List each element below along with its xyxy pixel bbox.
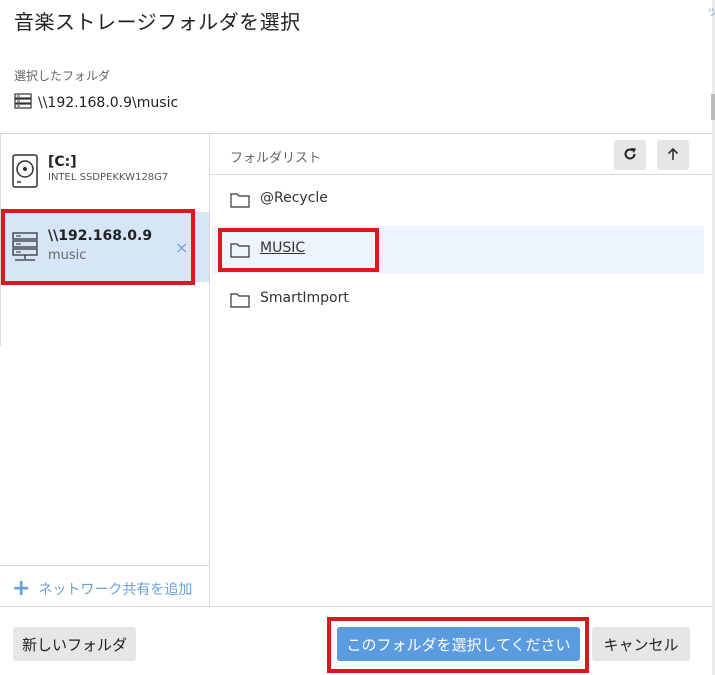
folder-row[interactable]: SmartImport xyxy=(212,276,704,324)
folder-icon xyxy=(230,242,250,262)
selected-path: \\192.168.0.9\music xyxy=(38,95,179,111)
network-server-icon xyxy=(12,232,38,266)
new-folder-button[interactable]: 新しいフォルダ xyxy=(13,627,136,661)
select-folder-button[interactable]: このフォルダを選択してください xyxy=(337,627,580,661)
selected-folder-caption: 選択したフォルダ xyxy=(14,69,111,83)
remove-share-icon[interactable]: × xyxy=(175,238,188,257)
background-scroll-mark xyxy=(711,94,715,120)
share-name: music xyxy=(48,248,87,263)
sidebar-footer-divider xyxy=(0,565,209,566)
refresh-icon xyxy=(623,146,637,165)
background-text-fragment: ツ xyxy=(708,8,715,19)
add-share-label: ネットワーク共有を追加 xyxy=(38,582,192,598)
plus-icon: + xyxy=(12,578,31,600)
refresh-button[interactable] xyxy=(614,140,646,170)
network-server-icon xyxy=(14,93,32,113)
folder-row[interactable]: @Recycle xyxy=(212,176,704,224)
sidebar-edge xyxy=(0,134,1,346)
arrow-up-icon xyxy=(666,146,680,165)
add-network-share-button[interactable]: + ネットワーク共有を追加 xyxy=(12,578,192,600)
drive-name: \\192.168.0.9 xyxy=(48,228,153,244)
selected-path-row: \\192.168.0.9\music xyxy=(14,93,178,113)
folder-list-header: フォルダリスト xyxy=(210,134,712,175)
drive-item-network[interactable]: \\192.168.0.9 music × xyxy=(0,212,209,282)
hard-drive-icon xyxy=(12,154,38,188)
drive-name: [C:] xyxy=(48,154,77,170)
folder-label: @Recycle xyxy=(260,190,328,206)
folder-row-selected[interactable]: MUSIC xyxy=(212,226,704,274)
drive-item-c[interactable]: [C:] INTEL SSDPEKKW128G7 xyxy=(0,136,209,206)
dialog-title: 音楽ストレージフォルダを選択 xyxy=(14,10,301,34)
folder-label: MUSIC xyxy=(260,240,306,256)
folder-list-title: フォルダリスト xyxy=(230,151,322,166)
cancel-button[interactable]: キャンセル xyxy=(592,627,690,661)
folder-label: SmartImport xyxy=(260,290,349,306)
drive-model: INTEL SSDPEKKW128G7 xyxy=(48,172,169,183)
folder-icon xyxy=(230,292,250,312)
folder-icon xyxy=(230,192,250,212)
footer-divider xyxy=(0,606,712,607)
up-folder-button[interactable] xyxy=(657,140,689,170)
drive-sidebar: [C:] INTEL SSDPEKKW128G7 \\192.168.0.9 m… xyxy=(0,134,210,606)
